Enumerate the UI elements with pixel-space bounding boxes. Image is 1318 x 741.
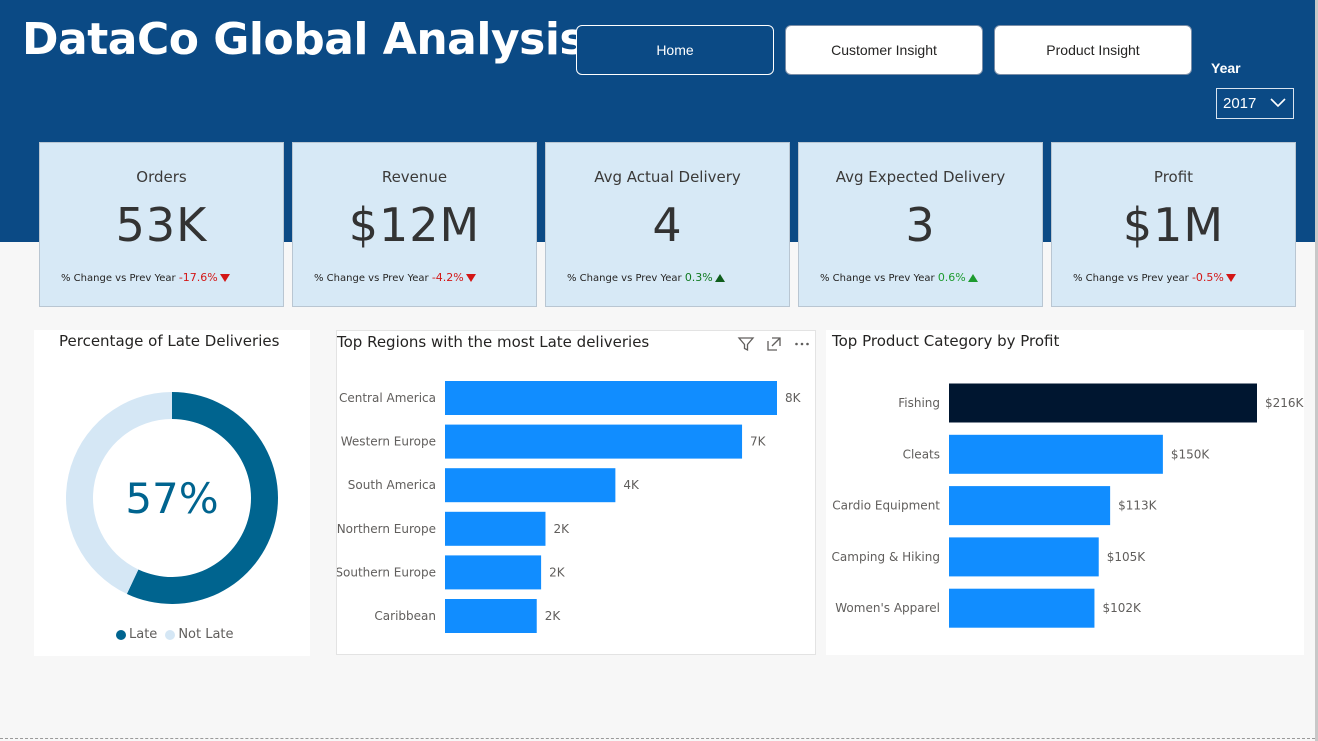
kpi-value: $12M [348,198,481,252]
category-label: Fishing [898,396,940,410]
legend-label: Not Late [178,627,234,642]
year-label: Year [1211,60,1241,76]
data-label: 2K [553,522,570,536]
kpi-change: % Change vs Prev Year -17.6% [61,271,230,284]
data-label: $216K [1265,396,1304,410]
bar[interactable] [949,434,1163,474]
not-late-swatch [165,629,176,640]
data-label: 2K [549,565,566,579]
kpi-title: Orders [136,168,187,186]
kpi-title: Avg Actual Delivery [594,168,741,186]
product-title: Top Product Category by Profit [832,332,1060,350]
category-label: Southern Europe [337,565,436,579]
bar[interactable] [445,424,743,459]
kpi-change-value: -17.6% [178,271,218,284]
kpi-card-profit: Profit $1M % Change vs Prev year -0.5% [1051,142,1296,307]
category-label: Central America [339,391,436,405]
donut-chart[interactable]: 57% [34,360,310,650]
product-insight-button[interactable]: Product Insight [994,25,1192,75]
kpi-change-value: 0.3% [684,271,713,284]
up-arrow-icon [714,274,725,282]
home-button[interactable]: Home [576,25,774,75]
kpi-change: % Change vs Prev Year 0.6% [820,271,978,284]
data-label: 4K [623,478,640,492]
bar[interactable] [445,511,546,546]
category-label: Women's Apparel [835,601,940,615]
late-deliveries-panel: Percentage of Late Deliveries 57% Late N… [34,330,310,656]
year-value: 2017 [1223,95,1257,112]
app-title: DataCo Global Analysis [22,14,586,65]
kpi-change-value: -0.5% [1191,271,1224,284]
kpi-change-label: % Change vs Prev Year [61,273,176,284]
kpi-change: % Change vs Prev Year -4.2% [314,271,476,284]
kpi-card-avg-actual-delivery: Avg Actual Delivery 4 % Change vs Prev Y… [545,142,790,307]
kpi-change: % Change vs Prev Year 0.3% [567,271,725,284]
regions-title: Top Regions with the most Late deliverie… [337,333,650,351]
bar[interactable] [949,537,1099,577]
data-label: 8K [785,391,802,405]
kpi-value: 53K [115,198,208,252]
kpi-change-label: % Change vs Prev Year [567,273,682,284]
category-label: Camping & Hiking [832,550,940,564]
kpi-card-revenue: Revenue $12M % Change vs Prev Year -4.2% [292,142,537,307]
bar[interactable] [949,486,1111,526]
donut-center-label: 57% [125,474,218,523]
kpi-change-label: % Change vs Prev Year [314,273,429,284]
kpi-value: 4 [652,198,683,252]
bar[interactable] [445,599,537,633]
category-label: Caribbean [374,609,436,623]
legend-label: Late [129,627,158,642]
down-arrow-icon [1225,274,1236,282]
kpi-card-avg-expected-delivery: Avg Expected Delivery 3 % Change vs Prev… [798,142,1043,307]
category-label: Cardio Equipment [832,499,940,513]
regions-bar-chart[interactable]: Central America 8K Western Europe 7K South A… [337,365,815,655]
kpi-change-label: % Change vs Prev Year [820,273,935,284]
down-arrow-icon [219,274,230,282]
year-dropdown[interactable]: 2017 [1216,88,1294,119]
kpi-change-value: -4.2% [431,271,464,284]
kpi-title: Revenue [381,168,448,186]
late-swatch [116,629,126,640]
kpi-change: % Change vs Prev year -0.5% [1073,271,1236,284]
kpi-title: Profit [1153,168,1194,186]
bar[interactable] [445,555,542,590]
category-label: Cleats [903,447,940,461]
filter-icon[interactable] [737,335,755,353]
data-label: $150K [1171,447,1211,461]
data-label: $105K [1107,550,1147,564]
category-label: Western Europe [341,435,436,449]
focus-mode-icon[interactable] [765,335,783,353]
visual-header-icons [737,335,811,353]
legend-item-not-late[interactable]: Not Late [165,627,234,642]
donut-legend: Late Not Late [116,627,234,642]
category-label: Northern Europe [337,522,436,536]
category-label: South America [348,478,436,492]
bar[interactable] [949,588,1095,628]
kpi-change-value: 0.6% [937,271,966,284]
more-options-icon[interactable] [793,335,811,353]
kpi-value: 3 [905,198,936,252]
kpi-title: Avg Expected Delivery [835,168,1006,186]
data-label: 2K [545,609,562,623]
page-bottom-border [0,738,1315,739]
product-profit-panel: Top Product Category by Profit Fishing $2… [826,330,1304,655]
kpi-value: $1M [1122,198,1225,252]
kpi-card-orders: Orders 53K % Change vs Prev Year -17.6% [39,142,284,307]
data-label: $113K [1118,499,1158,513]
data-label: 7K [750,435,767,449]
late-regions-panel: Top Regions with the most Late deliverie… [336,330,816,655]
chevron-down-icon [1270,98,1286,108]
bar[interactable] [445,468,616,503]
kpi-change-label: % Change vs Prev year [1073,273,1189,284]
data-label: $102K [1102,601,1142,615]
product-bar-chart[interactable]: Fishing $216K Cleats $150K Cardio Equipment $… [826,364,1304,654]
bar[interactable] [445,381,777,415]
down-arrow-icon [465,274,476,282]
bar[interactable] [949,383,1257,423]
up-arrow-icon [967,274,978,282]
donut-title: Percentage of Late Deliveries [59,332,280,350]
legend-item-late[interactable]: Late [116,627,157,642]
customer-insight-button[interactable]: Customer Insight [785,25,983,75]
